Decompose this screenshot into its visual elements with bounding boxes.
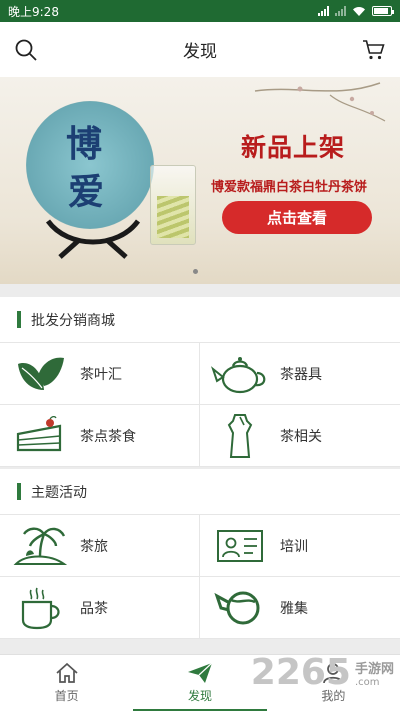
banner-subtitle: 博爱款福鼎白茶白牡丹茶饼: [211, 180, 368, 195]
category-label: 茶点茶食: [80, 428, 136, 445]
search-icon[interactable]: [12, 36, 40, 64]
tab-discover[interactable]: 发现: [133, 655, 267, 711]
category-teaware[interactable]: 茶器具: [200, 343, 400, 405]
battery-icon: [372, 6, 394, 16]
activity-training[interactable]: 培训: [200, 515, 400, 577]
wifi-icon: [353, 6, 365, 16]
qipao-dress-icon: [200, 413, 280, 459]
carousel-indicator[interactable]: [193, 269, 198, 274]
wholesale-section-title: 批发分销商城: [0, 297, 400, 343]
activity-label: 培训: [280, 538, 308, 555]
watermark-cn: 手游网: [354, 662, 394, 677]
banner-headline: 新品上架: [241, 133, 346, 162]
activity-label: 雅集: [280, 600, 308, 617]
activity-label: 品茶: [80, 600, 108, 617]
tea-cake-char-1: 博: [66, 123, 103, 165]
cake-icon: [0, 415, 80, 456]
watermark-number: 2265: [250, 652, 351, 693]
paper-plane-icon: [187, 662, 213, 683]
teapot-swirl-icon: [200, 586, 280, 630]
teapot-icon: [200, 353, 280, 395]
palm-island-icon: [0, 524, 80, 568]
tab-label: 首页: [54, 689, 79, 703]
status-time: 晚上9:28: [8, 4, 59, 19]
tea-cake-image: 博 爱: [26, 101, 154, 229]
activity-label: 茶旅: [80, 538, 108, 555]
category-related[interactable]: 茶相关: [200, 405, 400, 467]
activity-tea-tasting[interactable]: 品茶: [0, 577, 200, 639]
category-label: 茶叶汇: [80, 366, 122, 383]
signal-icon: [318, 6, 329, 16]
page-title: 发现: [183, 42, 217, 62]
promo-banner[interactable]: 博 爱 新品上架 博爱款福鼎白茶白牡丹茶饼 点击查看: [0, 77, 400, 284]
cart-icon[interactable]: [360, 36, 388, 64]
wholesale-section: 批发分销商城 茶叶汇 茶器具 茶点茶食 茶相关: [0, 297, 400, 467]
view-now-button[interactable]: 点击查看: [222, 201, 372, 234]
home-icon: [56, 662, 78, 683]
tea-leaf-icon: [0, 354, 80, 394]
tab-home[interactable]: 首页: [0, 655, 133, 711]
watermark-com: .com: [354, 677, 380, 688]
tea-cake-stand: [45, 219, 141, 259]
activity-gathering[interactable]: 雅集: [200, 577, 400, 639]
site-watermark: 2265 手游网 .com: [251, 655, 394, 691]
tea-cake-char-2: 爱: [68, 171, 105, 213]
tea-cup-icon: [0, 586, 80, 630]
category-label: 茶相关: [280, 428, 322, 445]
id-card-icon: [200, 526, 280, 566]
activity-tea-travel[interactable]: 茶旅: [0, 515, 200, 577]
signal-icon-2: [335, 6, 346, 16]
category-snacks[interactable]: 茶点茶食: [0, 405, 200, 467]
category-label: 茶器具: [280, 366, 322, 383]
tab-label: 发现: [187, 689, 212, 703]
top-bar: 发现: [0, 22, 400, 77]
tea-glass-image: [150, 165, 196, 245]
activities-section-title: 主题活动: [0, 469, 400, 515]
status-bar: 晚上9:28: [0, 0, 400, 22]
category-tea-leaf[interactable]: 茶叶汇: [0, 343, 200, 405]
activities-section: 主题活动 茶旅 培训 品茶 雅集: [0, 469, 400, 639]
